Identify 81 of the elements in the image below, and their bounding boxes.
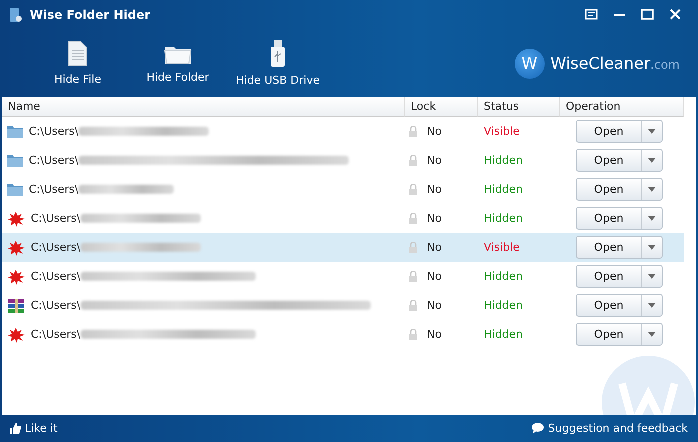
toolbar-button[interactable]: Hide Folder	[128, 43, 228, 84]
splat-icon	[7, 326, 25, 342]
thumbs-up-icon	[10, 423, 21, 434]
file-path: C:\Users\	[29, 125, 79, 138]
window-title: Wise Folder Hider	[30, 8, 151, 22]
padlock-icon	[409, 271, 418, 282]
padlock-icon	[409, 213, 418, 224]
caret-icon	[648, 303, 656, 308]
brand-name: WiseCleaner.com	[550, 54, 680, 73]
open-split-button[interactable]: Open	[576, 294, 663, 317]
status-text: Hidden	[484, 328, 524, 341]
app-icon	[8, 6, 24, 24]
file-path: C:\Users\	[29, 154, 79, 167]
status-text: Visible	[484, 241, 520, 254]
table-row[interactable]: C:\Users\ No Hidden Open	[2, 291, 684, 320]
books-stack-icon	[7, 298, 25, 314]
splat-icon	[7, 210, 25, 226]
splat-icon	[7, 268, 25, 284]
splat-icon	[7, 240, 25, 256]
folder-icon	[7, 125, 23, 138]
document-icon	[68, 41, 88, 67]
table-row[interactable]: C:\Users\ No Hidden Open	[2, 204, 684, 233]
caret-icon	[648, 245, 656, 250]
open-split-button[interactable]: Open	[576, 178, 663, 201]
like-link[interactable]: Like it	[25, 422, 58, 435]
caret-icon	[648, 158, 656, 163]
open-split-button[interactable]: Open	[576, 207, 663, 230]
column-header[interactable]: Lock	[405, 97, 478, 117]
file-path: C:\Users\	[31, 328, 81, 341]
lock-value: No	[427, 212, 442, 225]
brand-logo: W	[514, 48, 545, 78]
open-split-button[interactable]: Open	[576, 120, 663, 143]
padlock-icon	[409, 155, 418, 166]
folder-icon	[7, 154, 23, 167]
toolbar-button[interactable]: Hide USB Drive	[228, 40, 328, 87]
lock-value: No	[427, 328, 442, 341]
column-header[interactable]: Status	[478, 97, 560, 117]
file-path: C:\Users\	[29, 183, 79, 196]
padlock-icon	[409, 126, 418, 137]
feedback-link[interactable]: Suggestion and feedback	[548, 422, 688, 435]
status-text: Hidden	[484, 154, 524, 167]
folder-icon	[7, 183, 23, 196]
lock-value: No	[427, 154, 442, 167]
padlock-icon	[409, 184, 418, 195]
toolbar-button[interactable]: Hide File	[28, 41, 128, 86]
lock-value: No	[427, 183, 442, 196]
lock-value: No	[427, 270, 442, 283]
table-row[interactable]: C:\Users\ No Visible Open	[2, 117, 684, 146]
open-split-button[interactable]: Open	[576, 149, 663, 172]
lock-value: No	[427, 241, 442, 254]
open-split-button[interactable]: Open	[576, 265, 663, 288]
status-text: Hidden	[484, 183, 524, 196]
column-header[interactable]: Operation	[560, 97, 684, 117]
open-split-button[interactable]: Open	[576, 236, 663, 259]
table-row[interactable]: C:\Users\ No Visible Open	[2, 233, 684, 262]
status-text: Hidden	[484, 270, 524, 283]
lock-value: No	[427, 299, 442, 312]
speech-bubble-icon	[532, 423, 544, 434]
caret-icon	[648, 129, 656, 134]
file-path: C:\Users\	[31, 241, 81, 254]
caret-icon	[648, 332, 656, 337]
file-path: C:\Users\	[31, 270, 81, 283]
table-row[interactable]: C:\Users\ No Hidden Open	[2, 262, 684, 291]
padlock-icon	[409, 242, 418, 253]
status-text: Hidden	[484, 299, 524, 312]
status-text: Visible	[484, 125, 520, 138]
table-row[interactable]: C:\Users\ No Hidden Open	[2, 175, 684, 204]
padlock-icon	[409, 329, 418, 340]
table-row[interactable]: C:\Users\ No Hidden Open	[2, 320, 684, 349]
column-header[interactable]: Name	[2, 97, 405, 117]
file-path: C:\Users\	[31, 299, 81, 312]
table-row[interactable]: C:\Users\ No Hidden Open	[2, 146, 684, 175]
padlock-icon	[409, 300, 418, 311]
lock-value: No	[427, 125, 442, 138]
caret-icon	[648, 187, 656, 192]
file-path: C:\Users\	[31, 212, 81, 225]
caret-icon	[648, 216, 656, 221]
open-split-button[interactable]: Open	[576, 323, 663, 346]
caret-icon	[648, 274, 656, 279]
usb-drive-icon	[270, 40, 286, 68]
status-text: Hidden	[484, 212, 524, 225]
